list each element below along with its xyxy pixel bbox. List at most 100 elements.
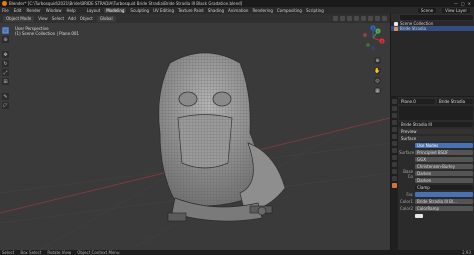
surface-shader-field[interactable]: Principled BSDF (415, 150, 473, 155)
snap-icon[interactable] (333, 16, 338, 21)
menu-render[interactable]: Render (26, 8, 40, 13)
preview-section[interactable]: Preview (399, 129, 473, 134)
scale-tool-icon[interactable]: ⤢ (2, 69, 9, 76)
pan-hand-icon[interactable]: ✋ (374, 67, 381, 74)
perspective-toggle-icon[interactable]: ▦ (374, 87, 381, 94)
physics-tab-icon[interactable] (392, 162, 397, 167)
status-select: Select (2, 250, 15, 255)
fac-slider[interactable] (415, 192, 473, 197)
status-bar: Select Box Select Rotate View Object Con… (0, 250, 474, 255)
status-rotate-view: Rotate View (47, 250, 72, 255)
add-menu[interactable]: Add (68, 16, 76, 21)
proportional-edit-icon[interactable] (340, 16, 345, 21)
outliner-row-bride-stradia[interactable]: Bride Stradia (391, 26, 474, 31)
outliner-display-mode-icon[interactable] (393, 15, 398, 20)
xray-icon[interactable] (354, 16, 359, 21)
bucket-seat-model[interactable] (158, 52, 286, 222)
tool-shelf: ⬚ ⊕ ✥ ↻ ⤢ ⊞ ✎ ◸ (2, 27, 10, 109)
properties-panel: Plane.0 Bride Stradia Bride Stradia III … (390, 97, 474, 250)
status-box-select: Box Select (20, 250, 42, 255)
transform-tool-icon[interactable]: ⊞ (2, 78, 9, 85)
outliner-search-input[interactable] (400, 15, 473, 20)
fac-label: Fac (406, 192, 413, 197)
zoom-icon[interactable]: ⊕ (374, 57, 381, 64)
cursor-tool-icon[interactable]: ⊕ (2, 36, 9, 43)
material-slot-list[interactable] (399, 106, 473, 120)
base-color-label: Base Co (403, 168, 413, 179)
wireframe-shading-icon[interactable] (361, 16, 366, 21)
select-box-tool-icon[interactable]: ⬚ (2, 27, 9, 34)
outliner-panel: Scene Collection Bride Stradia (390, 14, 474, 96)
tab-modeling[interactable]: Modeling (104, 8, 127, 13)
output-tab-icon[interactable] (392, 113, 397, 118)
object-menu[interactable]: Object (80, 16, 93, 21)
use-nodes-button[interactable]: Use Nodes (415, 143, 473, 148)
3d-viewport[interactable]: ⬚ ⊕ ✥ ↻ ⤢ ⊞ ✎ ◸ User Perspective (1) Sce… (0, 23, 390, 250)
orientation-dropdown[interactable]: Global (96, 15, 116, 22)
color1-field[interactable]: Bride Stradia III Bl... (415, 199, 473, 204)
navigation-gizmo[interactable]: X Y Z (360, 25, 386, 51)
object-name-field[interactable]: Plane.0 (399, 99, 435, 104)
tab-rendering[interactable]: Rendering (252, 8, 272, 13)
tab-texture-paint[interactable]: Texture Paint (178, 8, 204, 13)
material-slot-field[interactable]: Bride Stradia (437, 99, 473, 104)
color2-field[interactable]: ColorRamp (415, 206, 473, 211)
select-menu[interactable]: Select (52, 16, 64, 21)
menu-help[interactable]: Help (66, 8, 75, 13)
color2-label: Color2 (400, 206, 413, 211)
tab-shading[interactable]: Shading (208, 8, 224, 13)
menu-file[interactable]: File (2, 8, 9, 13)
scene-tab-icon[interactable] (392, 127, 397, 132)
surface-label: Surface (399, 150, 415, 155)
gizmo-z-label: Z (372, 26, 374, 30)
view-layer-tab-icon[interactable] (392, 120, 397, 125)
close-button[interactable]: ✕ (468, 1, 471, 6)
distribution-dropdown[interactable]: GGX (415, 157, 473, 162)
blend-mode-dropdown[interactable]: Darken (415, 178, 473, 183)
tab-animation[interactable]: Animation (228, 8, 248, 13)
view-layer-selector[interactable]: View Layer (442, 8, 470, 13)
menu-edit[interactable]: Edit (14, 8, 22, 13)
color-swatch[interactable] (415, 213, 423, 218)
surface-section[interactable]: Surface (399, 136, 473, 141)
scene-selector[interactable]: Scene (417, 8, 437, 13)
camera-view-icon[interactable]: ◎ (374, 77, 381, 84)
minimize-button[interactable]: — (454, 1, 458, 6)
view-menu[interactable]: View (38, 16, 48, 21)
solid-shading-icon[interactable] (368, 16, 373, 21)
overlays-icon[interactable] (347, 16, 352, 21)
tab-scripting[interactable]: Scripting (306, 8, 324, 13)
world-tab-icon[interactable] (392, 134, 397, 139)
particles-tab-icon[interactable] (392, 155, 397, 160)
tool-tab-icon[interactable] (392, 99, 397, 104)
viewport-canvas[interactable] (0, 23, 390, 250)
tab-sculpting[interactable]: Sculpting (130, 8, 149, 13)
active-object-label: (1) Scene Collection | Plane.001 (15, 31, 79, 36)
render-tab-icon[interactable] (392, 106, 397, 111)
tab-compositing[interactable]: Compositing (277, 8, 302, 13)
color1-label: Color1 (400, 199, 413, 204)
object-tab-icon[interactable] (392, 141, 397, 146)
move-tool-icon[interactable]: ✥ (2, 51, 9, 58)
menu-window[interactable]: Window (46, 8, 62, 13)
material-tab-icon[interactable] (392, 183, 397, 188)
constraints-tab-icon[interactable] (392, 169, 397, 174)
material-shading-icon[interactable] (375, 16, 380, 21)
measure-tool-icon[interactable]: ◸ (2, 102, 9, 109)
status-context-menu: Object Context Menu (77, 250, 120, 255)
rendered-shading-icon[interactable] (382, 16, 387, 21)
modifiers-tab-icon[interactable] (392, 148, 397, 153)
outliner-row-label: Bride Stradia (400, 26, 427, 31)
annotate-tool-icon[interactable]: ✎ (2, 93, 9, 100)
menu-bar: File Edit Render Window Help Layout Mode… (0, 7, 474, 14)
rotate-tool-icon[interactable]: ↻ (2, 60, 9, 67)
material-name-field[interactable]: Bride Stradia III (399, 122, 473, 127)
base-color-node-field[interactable]: Darken (415, 171, 473, 176)
object-mode-dropdown[interactable]: Object Mode (3, 15, 35, 22)
tab-layout[interactable]: Layout (87, 8, 101, 13)
maximize-button[interactable]: □ (461, 1, 465, 6)
subsurface-method-dropdown[interactable]: Christensen-Burley (415, 164, 473, 169)
data-tab-icon[interactable] (392, 176, 397, 181)
tab-uv-editing[interactable]: UV Editing (153, 8, 174, 13)
clamp-checkbox[interactable]: Clamp (415, 185, 473, 190)
